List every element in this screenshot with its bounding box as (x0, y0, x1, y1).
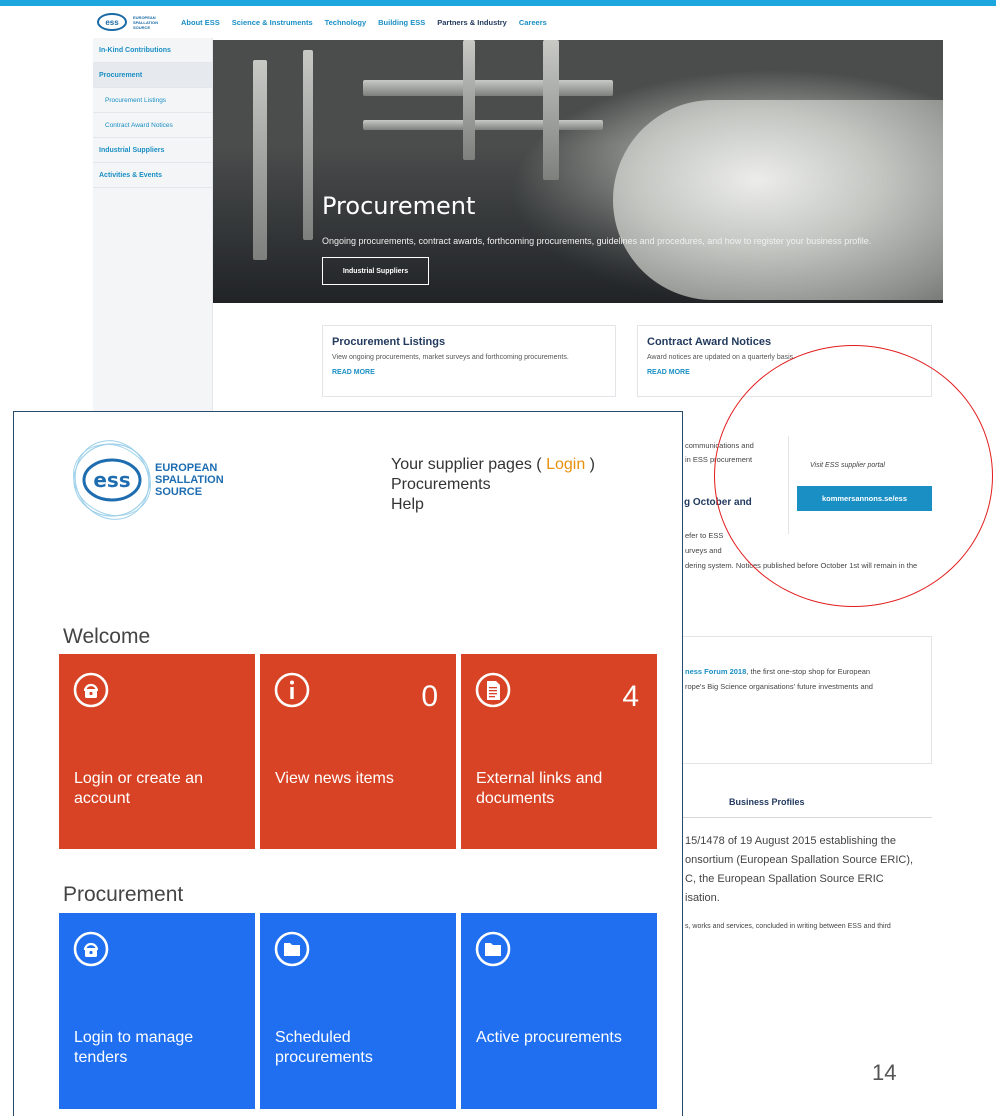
sidebar: In-Kind Contributions Procurement Procur… (93, 38, 213, 418)
tile-label: Scheduled procurements (275, 1029, 373, 1066)
lock-icon (73, 931, 109, 967)
forum-link[interactable]: ness Forum 2018 (685, 667, 746, 676)
nav-technology[interactable]: Technology (325, 18, 367, 27)
tile-label: External links and documents (476, 770, 603, 807)
hero-pipe (543, 40, 559, 180)
nav-careers[interactable]: Careers (519, 18, 547, 27)
hero-subtitle: Ongoing procurements, contract awards, f… (322, 236, 872, 246)
view-news-items-tile[interactable]: 0 View news items (260, 654, 456, 849)
info-icon (274, 672, 310, 708)
welcome-heading: Welcome (63, 625, 151, 648)
site-logo-text: EUROPEAN SPALLATION SOURCE (133, 14, 158, 30)
scheduled-procurements-tile[interactable]: Scheduled procurements (260, 913, 456, 1109)
ess-logo-icon: ess (69, 437, 155, 523)
text-fragment: efer to ESS (685, 531, 724, 540)
sidebar-item-procurement[interactable]: Procurement (93, 63, 212, 88)
nav-partners-industry[interactable]: Partners & Industry (437, 18, 507, 27)
hero-pipe (463, 40, 475, 160)
business-profiles-heading[interactable]: Business Profiles (729, 797, 805, 807)
document-icon (475, 672, 511, 708)
tile-label: Login or create an account (74, 770, 203, 807)
documents-count: 4 (622, 680, 639, 713)
text-fragment: efer to ESS (685, 531, 723, 540)
hero-banner: Procurement Ongoing procurements, contra… (213, 40, 943, 303)
highlight-circle (714, 345, 993, 607)
text-fragment: C, the European Spallation Source ERIC (685, 873, 884, 885)
logo-line: EUROPEAN (155, 462, 218, 474)
tile-label: Active procurements (476, 1029, 622, 1046)
tile-label: View news items (275, 770, 394, 787)
text-fragment: s, works and services, concluded in writ… (685, 923, 891, 930)
card-procurement-listings: Procurement Listings View ongoing procur… (322, 325, 616, 397)
card-title: Procurement Listings (332, 336, 446, 348)
supplier-portal-window: ess EUROPEAN SPALLATION SOURCE Your supp… (13, 411, 683, 1116)
nav-building-ess[interactable]: Building ESS (378, 18, 425, 27)
supplier-pages-line: Your supplier pages ( Login ) (391, 455, 595, 475)
hero-title: Procurement (322, 192, 476, 220)
folder-icon (475, 931, 511, 967)
text-fragment: ness Forum 2018, the first one-stop shop… (685, 667, 870, 676)
site-logo[interactable]: ess EUROPEAN SPALLATION SOURCE (97, 13, 163, 31)
hero-pipe (363, 120, 603, 130)
read-more-link[interactable]: READ MORE (332, 369, 606, 376)
text-fragment: urveys and (685, 546, 722, 555)
logo-line: SPALLATION (155, 474, 224, 486)
text-fragment: isation. (685, 892, 720, 904)
sidebar-item-contract-award-notices[interactable]: Contract Award Notices (93, 113, 212, 138)
portal-logo[interactable]: ess EUROPEAN SPALLATION SOURCE (69, 437, 224, 523)
sidebar-item-in-kind[interactable]: In-Kind Contributions (93, 38, 212, 63)
help-link[interactable]: Help (391, 495, 595, 515)
hero-cryo-tank (613, 100, 943, 300)
nav-about-ess[interactable]: About ESS (181, 18, 220, 27)
business-forum-box (668, 636, 932, 764)
hero-pipe (253, 60, 267, 260)
supplier-pages-label: Your supplier pages ( (391, 456, 547, 473)
sidebar-item-activities-events[interactable]: Activities & Events (93, 163, 212, 188)
external-links-documents-tile[interactable]: 4 External links and documents (461, 654, 657, 849)
logo-line: SOURCE (155, 486, 203, 498)
news-count: 0 (421, 680, 438, 713)
login-create-account-tile[interactable]: Login or create an account (59, 654, 255, 849)
text-fragment: rope's Big Science organisations' future… (685, 682, 873, 691)
supplier-pages-suffix: ) (585, 456, 595, 473)
portal-header-links: Your supplier pages ( Login ) Procuremen… (391, 455, 595, 515)
card-title: Contract Award Notices (647, 336, 772, 348)
ess-logo-icon: ess (97, 13, 127, 31)
svg-text:ess: ess (93, 468, 130, 492)
text-fragment: , the first one-stop shop for European (746, 667, 871, 676)
site-navigation: ess EUROPEAN SPALLATION SOURCE About ESS… (93, 6, 943, 38)
login-manage-tenders-tile[interactable]: Login to manage tenders (59, 913, 255, 1109)
tile-label: Login to manage tenders (74, 1029, 194, 1066)
industrial-suppliers-button[interactable]: Industrial Suppliers (322, 257, 429, 285)
active-procurements-tile[interactable]: Active procurements (461, 913, 657, 1109)
procurements-link[interactable]: Procurements (391, 475, 595, 495)
slide-page-number: 14 (872, 1060, 897, 1085)
card-text: View ongoing procurements, market survey… (332, 354, 569, 361)
procurement-heading: Procurement (63, 883, 184, 906)
lock-icon (73, 672, 109, 708)
section-divider (668, 817, 932, 818)
login-link[interactable]: Login (546, 456, 585, 473)
text-fragment: onsortium (European Spallation Source ER… (685, 854, 914, 866)
sidebar-item-industrial-suppliers[interactable]: Industrial Suppliers (93, 138, 212, 163)
hero-pipe (363, 80, 613, 96)
nav-science-instruments[interactable]: Science & Instruments (232, 18, 313, 27)
sidebar-item-procurement-listings[interactable]: Procurement Listings (93, 88, 212, 113)
hero-pipe (303, 50, 313, 240)
folder-icon (274, 931, 310, 967)
text-fragment: 15/1478 of 19 August 2015 establishing t… (685, 835, 897, 847)
portal-logo-text: EUROPEAN SPALLATION SOURCE (155, 462, 224, 498)
